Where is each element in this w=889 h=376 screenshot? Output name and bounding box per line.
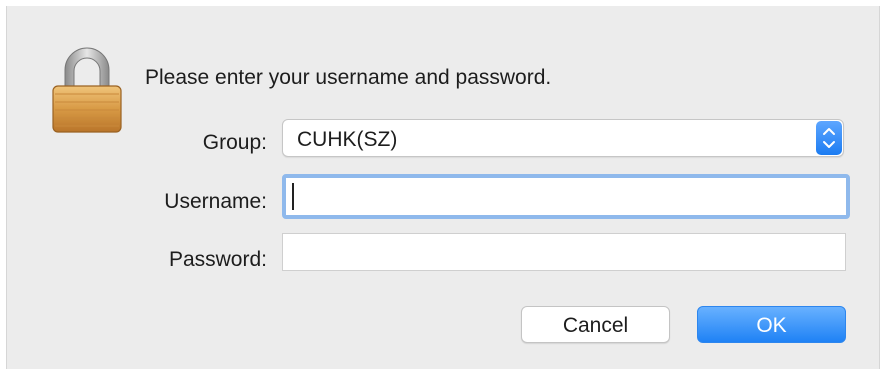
text-caret bbox=[292, 183, 294, 210]
group-select-value: CUHK(SZ) bbox=[297, 128, 398, 151]
password-field[interactable] bbox=[282, 233, 846, 271]
group-select[interactable]: CUHK(SZ) bbox=[282, 119, 844, 157]
username-label: Username: bbox=[164, 190, 267, 213]
lock-icon bbox=[47, 44, 127, 136]
login-dialog: Please enter your username and password.… bbox=[6, 6, 880, 369]
cancel-button[interactable]: Cancel bbox=[521, 306, 670, 343]
chevron-up-down-icon[interactable] bbox=[816, 121, 842, 155]
password-label: Password: bbox=[168, 248, 267, 271]
dialog-prompt: Please enter your username and password. bbox=[145, 66, 552, 89]
username-field[interactable] bbox=[282, 174, 850, 219]
group-label: Group: bbox=[202, 131, 267, 154]
ok-button[interactable]: OK bbox=[697, 306, 846, 343]
